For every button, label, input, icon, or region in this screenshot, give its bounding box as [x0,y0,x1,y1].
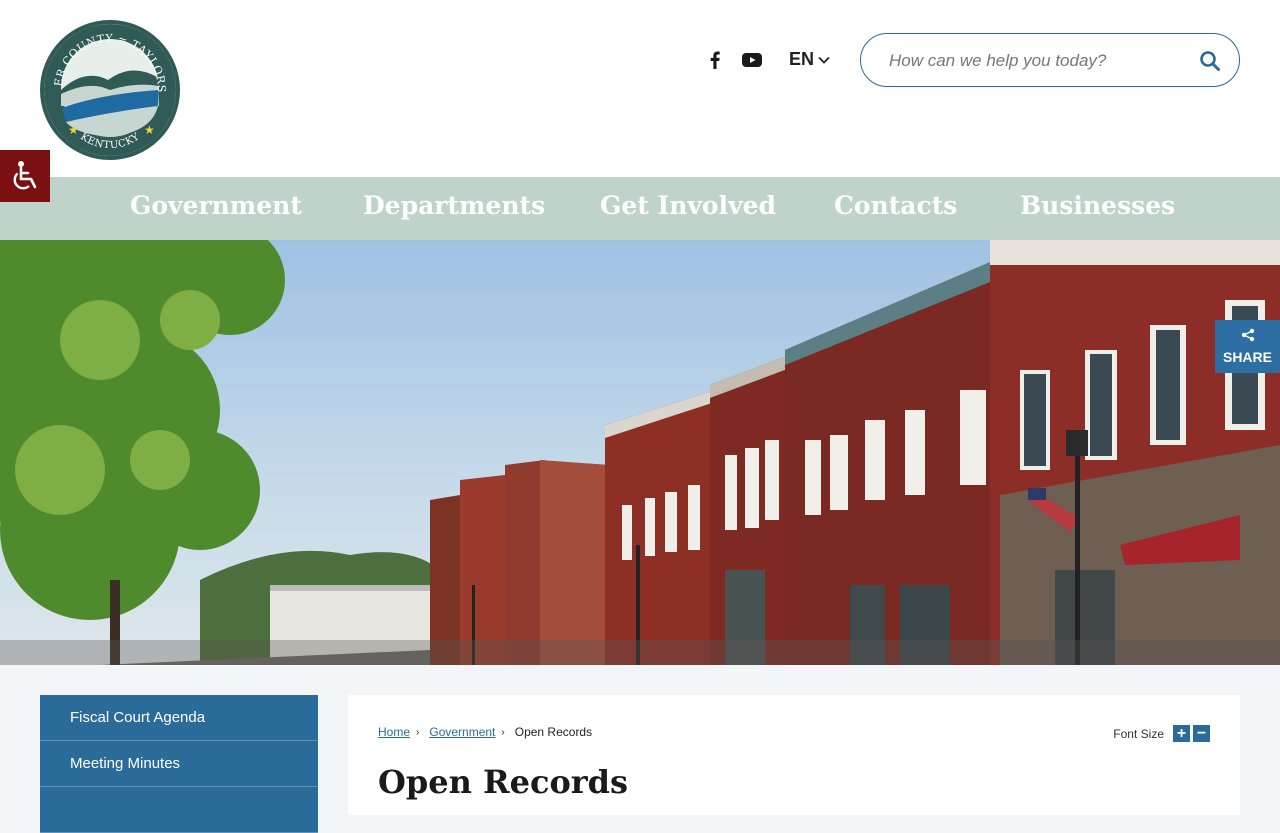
breadcrumb-current: Open Records [514,725,593,739]
language-label: EN [789,49,815,69]
chevron-right-icon: › [416,726,420,738]
search-icon[interactable] [1199,50,1221,72]
main-content: Home › Government › Open Records Font Si… [348,695,1240,815]
language-selector[interactable]: EN [789,49,830,70]
sidebar-menu: Fiscal Court Agenda Meeting Minutes [40,695,318,833]
font-size-control: Font Size + − [1113,725,1210,742]
nav-item-departments[interactable]: Departments [363,191,545,220]
search-box [860,33,1240,87]
sidebar-item-meeting-minutes[interactable]: Meeting Minutes [40,741,318,787]
search-input[interactable] [889,48,1189,74]
share-button[interactable]: SHARE [1215,320,1280,373]
page-title: Open Records [378,763,629,801]
share-label: SHARE [1222,349,1272,365]
sidebar-item-fiscal-court-agenda[interactable]: Fiscal Court Agenda [40,695,318,741]
chevron-down-icon [818,56,830,64]
facebook-icon[interactable] [703,48,727,72]
site-header: SPENCER COUNTY ≈ TAYLORSVILLE KENTUCKY ★… [0,0,1280,177]
breadcrumb: Home › Government › Open Records [378,725,592,739]
share-icon [1241,328,1254,342]
accessibility-button[interactable] [0,150,50,202]
font-decrease-button[interactable]: − [1193,725,1210,742]
nav-item-businesses[interactable]: Businesses [1020,191,1175,220]
nav-item-contacts[interactable]: Contacts [834,191,957,220]
wheelchair-icon [13,161,37,190]
breadcrumb-home-link[interactable]: Home [378,725,410,739]
chevron-right-icon: › [501,726,505,738]
nav-item-government[interactable]: Government [130,191,302,220]
svg-text:★: ★ [144,123,155,137]
font-size-label: Font Size [1113,726,1164,741]
youtube-icon[interactable] [740,48,764,72]
breadcrumb-government-link[interactable]: Government [429,725,495,739]
sidebar-item-next[interactable] [40,787,318,833]
font-increase-button[interactable]: + [1173,725,1190,742]
hero-banner-image [0,240,1280,665]
nav-item-get-involved[interactable]: Get Involved [600,191,776,220]
svg-text:★: ★ [68,123,79,137]
county-seal-logo[interactable]: SPENCER COUNTY ≈ TAYLORSVILLE KENTUCKY ★… [40,20,180,160]
main-nav: Government Departments Get Involved Cont… [0,177,1280,240]
